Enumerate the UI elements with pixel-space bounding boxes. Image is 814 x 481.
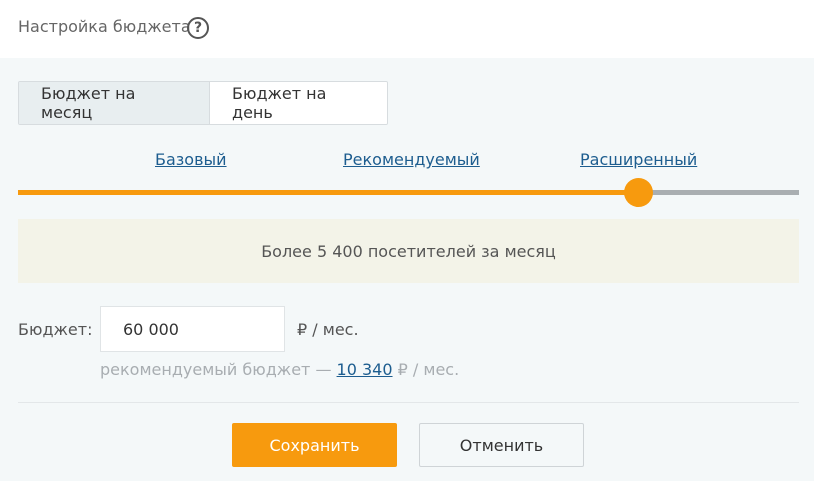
recommended-budget-prefix: рекомендуемый бюджет — bbox=[100, 360, 332, 379]
header: Настройка бюджета ? bbox=[0, 0, 814, 58]
level-extended-link[interactable]: Расширенный bbox=[580, 150, 697, 169]
tab-monthly-budget[interactable]: Бюджет на месяц bbox=[19, 82, 209, 124]
recommended-budget-link[interactable]: 10 340 bbox=[337, 360, 393, 379]
visitors-estimate-box: Более 5 400 посетителей за месяц bbox=[18, 219, 799, 283]
budget-unit: ₽ / мес. bbox=[297, 320, 359, 339]
level-basic-link[interactable]: Базовый bbox=[155, 150, 227, 169]
budget-label: Бюджет: bbox=[18, 320, 93, 339]
budget-levels: Базовый Рекомендуемый Расширенный bbox=[0, 150, 814, 172]
budget-settings-panel: Бюджет на месяц Бюджет на день Базовый Р… bbox=[0, 58, 814, 481]
budget-period-tabs: Бюджет на месяц Бюджет на день bbox=[18, 81, 388, 125]
divider bbox=[18, 402, 799, 403]
budget-slider-track[interactable] bbox=[18, 178, 799, 207]
tab-daily-budget[interactable]: Бюджет на день bbox=[209, 82, 387, 124]
save-button[interactable]: Сохранить bbox=[232, 423, 397, 467]
budget-slider-fill bbox=[18, 190, 639, 195]
budget-slider-handle[interactable] bbox=[624, 178, 654, 207]
page-title: Настройка бюджета bbox=[18, 17, 191, 36]
recommended-budget-suffix: ₽ / мес. bbox=[397, 360, 460, 379]
question-circle-icon[interactable]: ? bbox=[187, 17, 209, 39]
visitors-estimate-text: Более 5 400 посетителей за месяц bbox=[261, 241, 556, 261]
level-recommended-link[interactable]: Рекомендуемый bbox=[343, 150, 480, 169]
budget-input[interactable] bbox=[100, 306, 285, 352]
cancel-button[interactable]: Отменить bbox=[419, 423, 584, 467]
recommended-budget-hint: рекомендуемый бюджет — 10 340 ₽ / мес. bbox=[100, 360, 459, 379]
